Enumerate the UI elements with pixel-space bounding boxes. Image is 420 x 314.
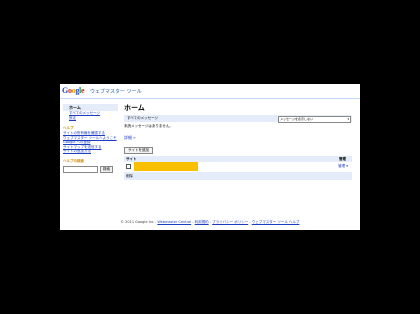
chevron-down-icon: ▾ <box>347 116 349 121</box>
messages-label: すべてのメッセージ <box>127 116 159 120</box>
webmaster-tools-page: Google ウェブマスター ツール ホーム すべてのメッセージ 設定 ヘルプ … <box>60 84 360 230</box>
footer-link[interactable]: ウェブマスター ツール ヘルプ <box>252 220 300 224</box>
main-content: ホーム すべてのメッセージ メッセージを表示しない ▾ 未読メッセージはありませ… <box>124 104 352 180</box>
add-site-button[interactable]: サイトを追加 <box>124 147 153 154</box>
page-title: ホーム <box>124 104 145 112</box>
help-search-button[interactable]: 検索 <box>100 165 113 173</box>
logo-letter: e <box>80 86 85 95</box>
delete-button[interactable]: 削除 <box>126 174 133 179</box>
no-messages-text: 未読メッセージはありません。 <box>124 124 173 128</box>
header: Google ウェブマスター ツール <box>60 84 360 99</box>
manage-site-dropdown[interactable]: 管理 ▾ <box>338 164 348 169</box>
page-footer: © 2011 Google Inc - Webmaster Central - … <box>120 220 300 224</box>
footer-link[interactable]: Webmaster Central <box>157 220 191 224</box>
footer-link[interactable]: 利用規約 <box>195 220 209 224</box>
sidebar-item-settings[interactable]: 設定 <box>63 116 118 121</box>
redacted-site-url <box>134 162 198 171</box>
footer-link[interactable]: プライバシー ポリシー <box>212 220 248 224</box>
copyright: © 2011 Google Inc <box>120 220 154 224</box>
message-filter-select[interactable]: メッセージを表示しない ▾ <box>278 115 351 123</box>
sidebar-home-link[interactable]: ホーム <box>63 104 118 111</box>
more-link[interactable]: 詳細 » <box>124 135 352 141</box>
table-row: 管理 ▾ <box>124 162 352 172</box>
messages-bar: すべてのメッセージ メッセージを表示しない ▾ <box>124 115 352 123</box>
help-search-heading: ヘルプの検索 <box>63 158 84 163</box>
sites-table: サイト 管理 管理 ▾ 削除 <box>124 156 352 180</box>
app-title: ウェブマスター ツール <box>90 89 142 95</box>
table-footer: 削除 <box>124 172 352 180</box>
help-link[interactable]: サイトの追加方法 <box>63 149 118 154</box>
sidebar: ホーム すべてのメッセージ 設定 ヘルプ サイトの所有権を確認する ウェブマスタ… <box>63 104 118 173</box>
google-logo[interactable]: Google <box>62 86 85 95</box>
help-search-input[interactable] <box>63 165 98 173</box>
message-filter-value: メッセージを表示しない <box>280 116 313 121</box>
help-search-row: 検索 <box>63 165 118 173</box>
row-checkbox[interactable] <box>126 164 131 169</box>
